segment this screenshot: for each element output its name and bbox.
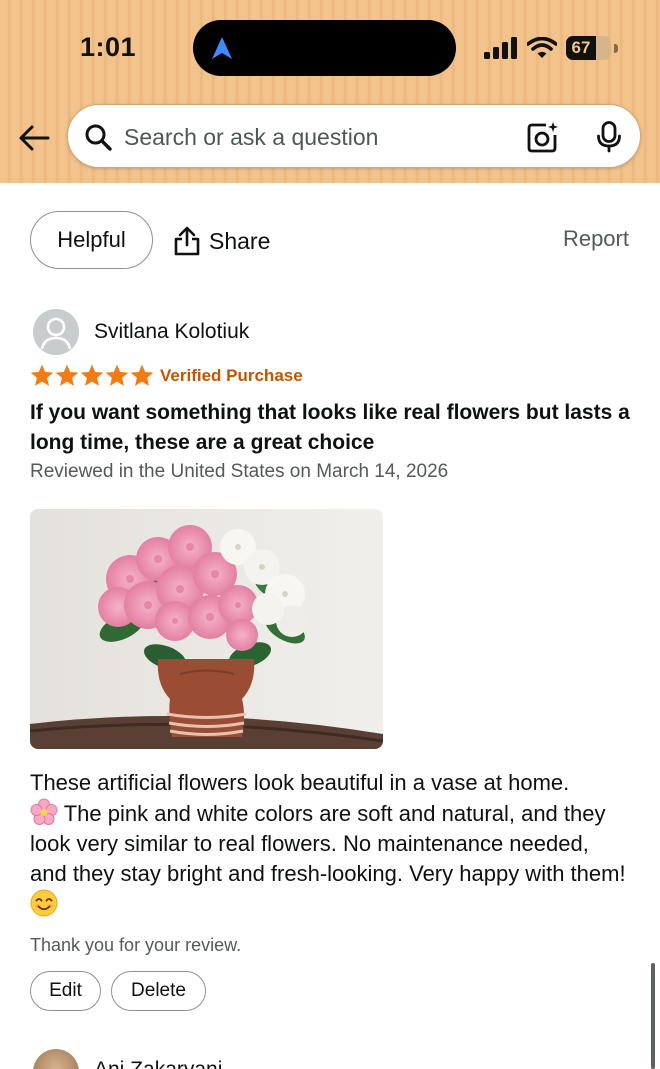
review-date: Reviewed in the United States on March 1… [30,461,449,482]
edit-review-button[interactable]: Edit [30,971,101,1011]
star-icon [130,364,154,386]
review-title: If you want something that looks like re… [30,401,630,454]
share-label: Share [209,227,271,254]
report-link[interactable]: Report [563,226,629,252]
smiling-face-emoji-icon [30,889,58,917]
battery-percent: 67 [571,38,591,57]
review-body: These artificial flowers look beautiful … [30,768,630,920]
delete-review-button[interactable]: Delete [111,971,206,1011]
star-icon [30,364,54,386]
review-body-text: These artificial flowers look beautiful … [30,770,570,795]
review-body-text: The pink and white colors are soft and n… [30,801,626,886]
helpful-button[interactable]: Helpful [30,211,153,269]
camera-lens-icon[interactable] [527,121,559,153]
back-arrow-icon[interactable] [16,120,52,156]
next-reviewer-avatar [33,1049,79,1069]
microphone-icon[interactable] [596,121,622,153]
wifi-icon [527,37,557,58]
share-icon [174,226,200,256]
navigation-arrow-icon [212,37,232,59]
search-input[interactable] [124,117,504,157]
share-button[interactable]: Share [174,224,270,258]
search-icon[interactable] [84,123,112,151]
app-header: 1:01 67 [0,0,660,183]
search-bar[interactable] [67,104,641,168]
star-icon [105,364,129,386]
flower-vase-photo [30,509,383,749]
dynamic-island [193,20,456,76]
cellular-signal-icon [484,37,517,59]
review-photo[interactable] [30,509,383,749]
star-icon [55,364,79,386]
battery-tip [614,43,618,53]
status-icons: 67 [484,36,618,60]
status-time: 1:01 [80,32,137,62]
scrollbar[interactable] [651,963,655,1069]
thank-you-note: Thank you for your review. [30,935,242,955]
reviewer-name[interactable]: Svitlana Kolotiuk [94,320,249,344]
battery-icon: 67 [566,36,611,60]
star-rating [30,364,154,387]
default-avatar-icon [33,309,79,355]
reviewer-avatar [33,309,79,355]
verified-purchase-badge: Verified Purchase [160,366,303,385]
star-icon [80,364,104,386]
cherry-blossom-emoji-icon [30,798,58,825]
next-reviewer-name[interactable]: Ani Zakaryani... [94,1058,240,1069]
